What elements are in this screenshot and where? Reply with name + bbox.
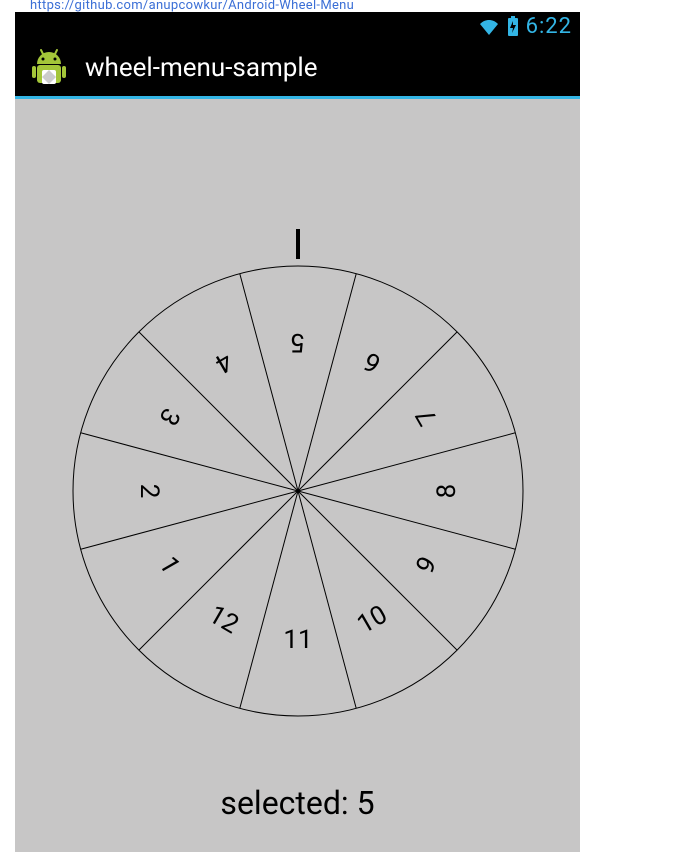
content-area: 567891011121234 selected: 5: [15, 99, 580, 852]
wheel-segment-label: 10: [352, 600, 392, 641]
wheel-segment-label: 8: [431, 484, 461, 499]
selected-label: selected: 5: [15, 784, 580, 822]
action-bar: wheel-menu-sample: [15, 40, 580, 96]
wheel-segment-label: 3: [152, 403, 185, 431]
app-title: wheel-menu-sample: [85, 53, 317, 83]
wheel-segment-label: 1: [152, 552, 185, 580]
wheel-segment-label: 4: [209, 345, 237, 378]
wheel-segment-label: 12: [203, 600, 243, 641]
wheel-segment-label: 6: [358, 345, 386, 378]
wheel-segment-label: 9: [410, 552, 443, 580]
wheel-segment-label: 5: [290, 327, 305, 357]
wheel-menu[interactable]: 567891011121234: [68, 261, 528, 721]
selected-prefix: selected:: [220, 784, 348, 822]
wheel-segment-label: 7: [410, 403, 443, 431]
wheel-segment-label: 2: [134, 484, 164, 499]
wheel-pointer-mark: [296, 229, 300, 259]
wheel-segment-label: 11: [283, 625, 312, 655]
android-app-icon: [27, 46, 71, 90]
device-frame: 6:22 wheel-menu-sample: [15, 12, 580, 852]
selected-value: 5: [357, 784, 375, 822]
clock-time: 6:22: [526, 14, 572, 39]
battery-charging-icon: [506, 15, 520, 37]
wifi-icon: [478, 17, 500, 35]
status-bar: 6:22: [15, 12, 580, 40]
